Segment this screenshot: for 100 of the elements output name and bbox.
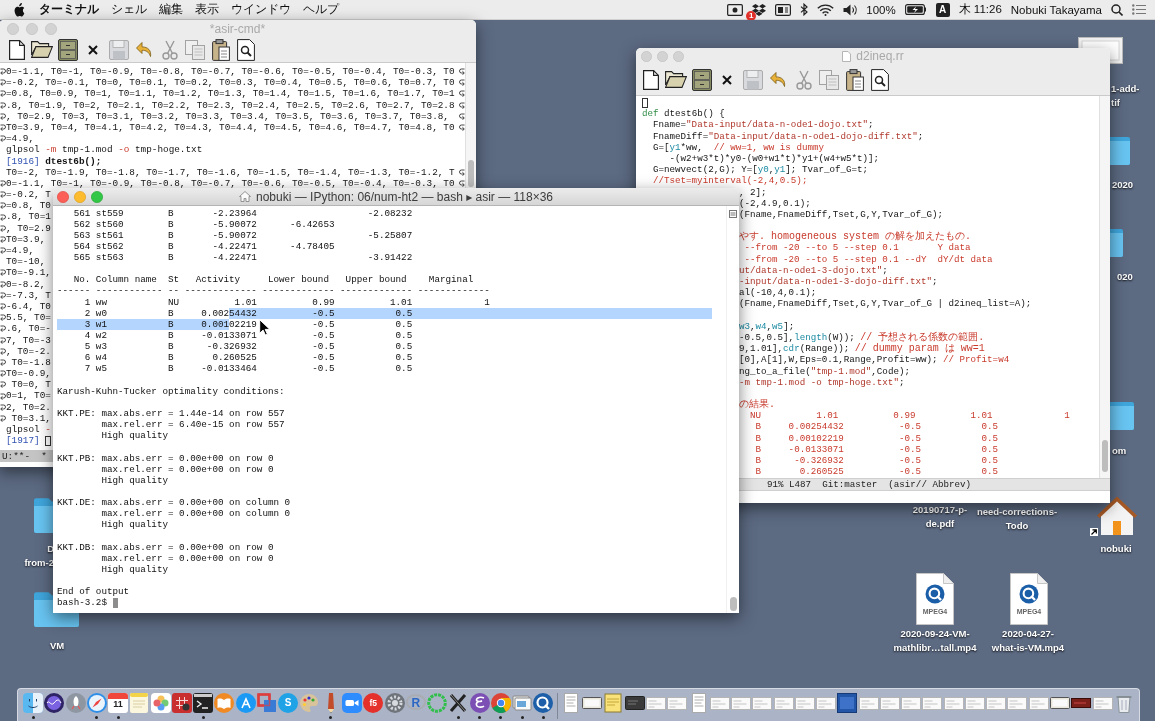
blank-page-icon[interactable]: [642, 69, 659, 90]
menu-clock[interactable]: 木 11:26: [958, 2, 1002, 17]
code-line: B -0.326932 -0.5 0.5: [755, 455, 999, 467]
scrollbar[interactable]: [726, 206, 739, 613]
file-name-label: nobuki: [1100, 542, 1132, 556]
window-thumbnail-icon[interactable]: [837, 693, 858, 713]
table-cell: -3.91422: [367, 252, 413, 264]
clipboard-icon[interactable]: [211, 38, 230, 61]
file-name-label: 2020-04-27- what-is-VM.mp4: [991, 627, 1065, 654]
user-name[interactable]: Nobuki Takayama: [1010, 3, 1102, 16]
table-cell: -5.25807: [367, 229, 413, 241]
table-cell: 0.00254432: [201, 307, 257, 319]
close-button[interactable]: [57, 190, 69, 203]
palette-icon[interactable]: [299, 693, 320, 713]
swirl-logo-icon[interactable]: [469, 693, 490, 713]
close-icon[interactable]: [88, 44, 99, 55]
search-icon[interactable]: [1111, 3, 1123, 16]
code-line: =-0.2, T0=-0.1, T0=0, T0=0.1, T0=0.2, T0=0.3, T0=0.4, T0=0.5, T0=0.6, T0=0.7, T0: [6, 77, 455, 89]
grid-tiles-icon[interactable]: [171, 693, 192, 713]
minimize-button[interactable]: [74, 190, 86, 203]
tricolor-circle-icon[interactable]: [490, 693, 511, 713]
clipboard-icon[interactable]: [845, 68, 864, 91]
menu-item[interactable]: 表示: [195, 1, 219, 18]
code-line: T0=-10,: [6, 256, 46, 268]
curved-arrow-icon[interactable]: [770, 71, 787, 88]
table-cell: B: [168, 352, 174, 364]
speaker-icon[interactable]: [843, 3, 858, 16]
curved-arrow-icon[interactable]: [136, 41, 153, 58]
table-cell: -0.5: [312, 318, 335, 331]
scrollbar-thumb[interactable]: [468, 160, 474, 187]
table-cell: -6.42653: [290, 218, 335, 230]
code-line: ng_to_a_file("tmp-1.mod",Code);: [739, 365, 910, 377]
search-icon[interactable]: [871, 68, 890, 91]
menu-item[interactable]: シェル: [111, 1, 147, 18]
split-pane-icon[interactable]: [729, 210, 737, 218]
list-icon[interactable]: [1132, 4, 1146, 15]
wifi-icon[interactable]: [817, 3, 835, 16]
code-line: [1916] dtest6b();: [6, 155, 102, 167]
table-cell: ww: [95, 296, 107, 308]
zoom-button[interactable]: [91, 190, 103, 203]
a-shape-icon[interactable]: [235, 693, 256, 713]
search-icon[interactable]: [237, 38, 256, 61]
app-menu[interactable]: ターミナル: [39, 1, 99, 18]
bluetooth-icon[interactable]: [800, 3, 809, 16]
rocket-icon[interactable]: [65, 693, 86, 713]
file-cabinet-icon[interactable]: [691, 68, 712, 91]
scrollbar[interactable]: [1099, 96, 1110, 478]
code-line: 0=1, T0=: [6, 390, 51, 402]
screen-recording-icon[interactable]: [727, 3, 744, 16]
column-header: Column name: [95, 274, 157, 286]
q-logo-icon[interactable]: [533, 693, 554, 713]
menu-item[interactable]: ヘルプ: [303, 1, 339, 18]
output-line: High quality: [101, 564, 169, 576]
code-line: -0.5,0.5],length(W)); // 予想される係数の範囲.: [739, 331, 985, 343]
code-line: の結果.: [739, 399, 775, 411]
waveform-orb-icon[interactable]: [44, 693, 65, 713]
file-cabinet-icon[interactable]: [57, 38, 78, 61]
column-header: Lower bound: [267, 274, 329, 286]
notepad-icon[interactable]: [129, 693, 150, 713]
x-logo-icon[interactable]: [448, 693, 469, 713]
compass-icon[interactable]: [86, 693, 107, 713]
settings-icon[interactable]: [384, 693, 405, 713]
folder-icon[interactable]: [34, 497, 53, 533]
calendar-icon[interactable]: 11: [108, 693, 129, 713]
terminal-icon[interactable]: [193, 693, 214, 713]
open-folder-icon[interactable]: [665, 71, 688, 88]
menu-item[interactable]: ウインドウ: [231, 1, 291, 18]
blank-page-icon[interactable]: [8, 39, 25, 60]
scrollbar-thumb[interactable]: [729, 597, 737, 611]
input-source-button[interactable]: A: [935, 2, 950, 17]
scrollbar[interactable]: [465, 63, 476, 188]
video-camera-icon[interactable]: [342, 693, 362, 713]
table-cell: -0.5: [312, 352, 335, 364]
panel-icon[interactable]: [775, 3, 792, 16]
code-line: =0.8, T0: [6, 200, 51, 212]
window-thumbnail-icon[interactable]: [624, 693, 645, 713]
battery-icon[interactable]: [904, 4, 927, 15]
box-logo-icon[interactable]: [752, 3, 767, 16]
code-line: T0=-9.1,: [6, 267, 51, 279]
table-cell: -0.5: [312, 363, 335, 375]
table-cell: B: [168, 252, 174, 264]
table-cell: 0.260525: [212, 352, 257, 364]
smiling-face-icon[interactable]: [23, 693, 43, 713]
shell-prompt: bash-3.2$: [57, 597, 107, 609]
circle-logo-icon[interactable]: f5: [363, 693, 384, 713]
column-header: St: [168, 274, 180, 286]
open-folder-icon[interactable]: [31, 41, 54, 58]
code-line: B 0.00102219 -0.5 0.5: [755, 432, 999, 444]
output-label: KKT.PE:: [57, 408, 97, 420]
overlapping-squares-icon[interactable]: [256, 693, 277, 713]
table-cell: -0.0133071: [201, 330, 257, 342]
scrollbar-thumb[interactable]: [1102, 440, 1108, 472]
close-icon[interactable]: [722, 74, 733, 85]
header-rule: -------------: [417, 285, 490, 297]
apple-logo-icon[interactable]: [13, 2, 25, 17]
code-line: 0=-1.1, T0=-1, T0=-0.9, T0=-0.8, T0=-0.7, T0=-0.6, T0=-0.5, T0=-0.4, T0=-0.3, T0: [6, 66, 455, 78]
mouse-pointer-icon: [259, 319, 270, 336]
house-icon[interactable]: [1097, 496, 1137, 536]
output-line: End of output: [57, 586, 131, 598]
menu-item[interactable]: 編集: [159, 1, 183, 18]
